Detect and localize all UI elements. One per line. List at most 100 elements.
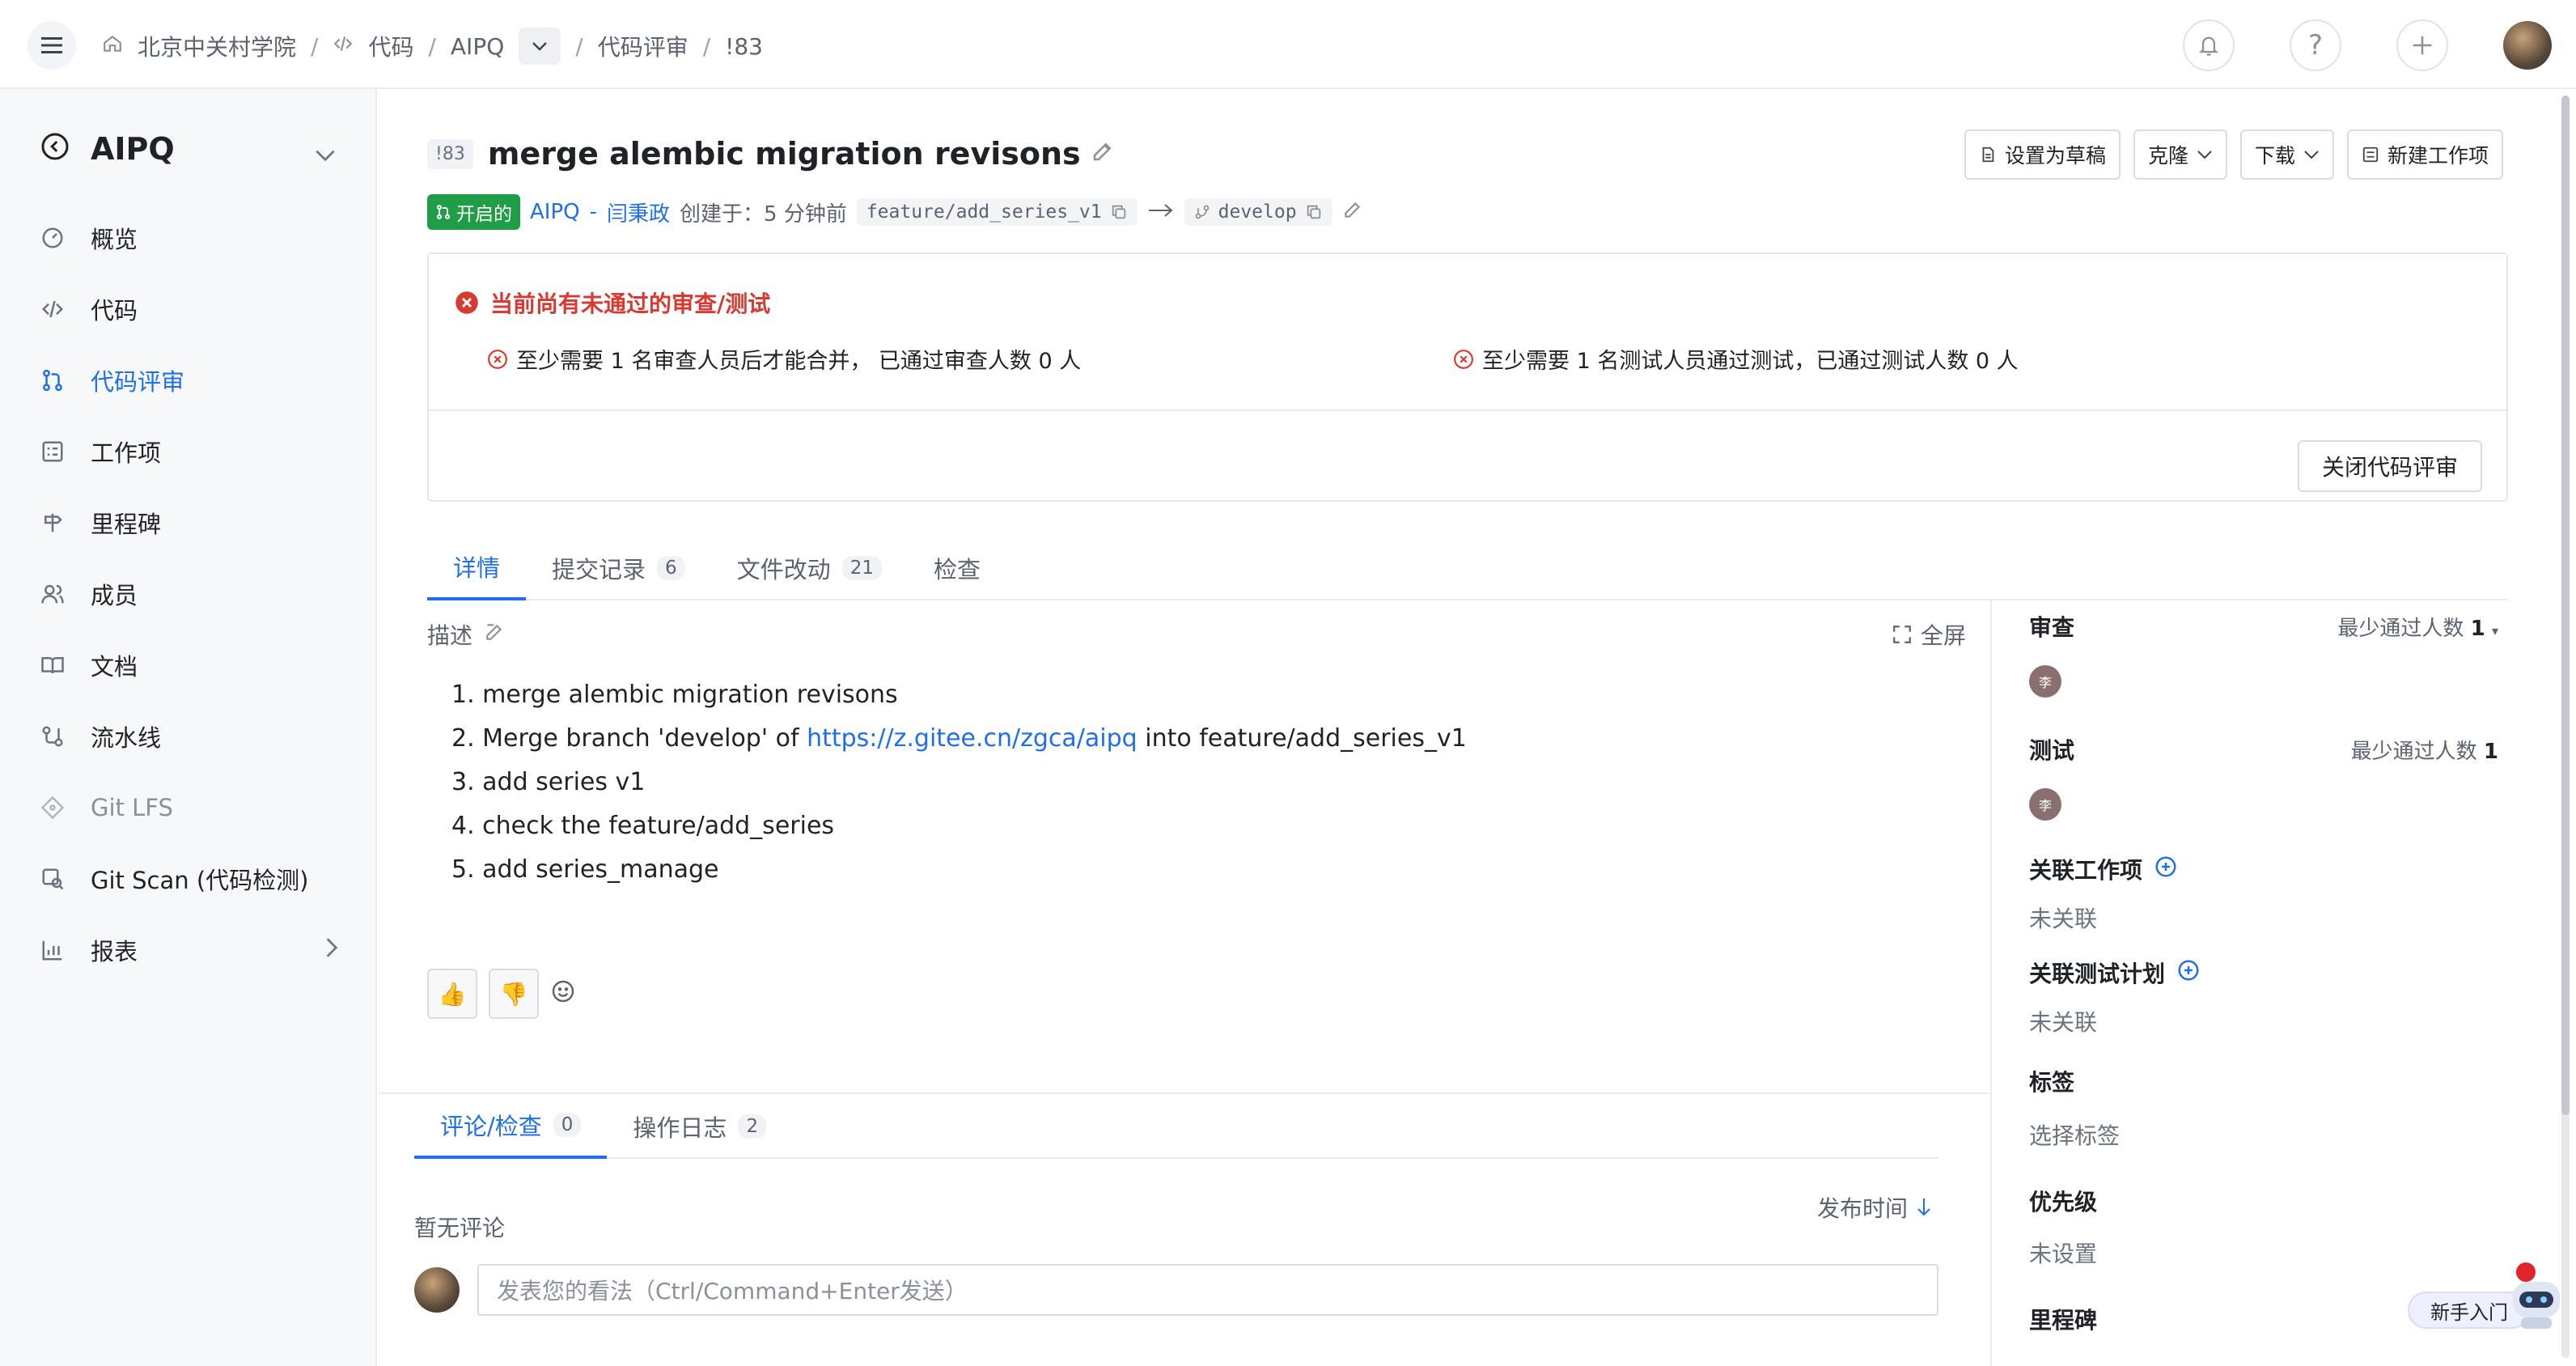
breadcrumb-code-review[interactable]: 代码评审 — [598, 30, 688, 62]
labels-select[interactable]: 选择标签 — [2029, 1118, 2120, 1151]
branch-icon — [1195, 205, 1209, 219]
chevron-right-icon — [325, 936, 338, 965]
pipeline-icon — [39, 723, 66, 750]
linked-plans-label: 关联测试计划 — [2029, 961, 2166, 987]
sidebar-item-members[interactable]: 成员 — [39, 558, 338, 630]
sidebar-item-git-scan[interactable]: Git Scan (代码检测) — [39, 843, 338, 914]
robot-assistant-icon[interactable] — [2502, 1259, 2570, 1332]
top-right-actions: ? — [2183, 19, 2552, 71]
breadcrumb-pr-number: !83 — [725, 32, 763, 60]
tab-commits[interactable]: 提交记录 6 — [526, 536, 711, 600]
status-badge: 开启的 — [427, 194, 520, 230]
list-item-text: into feature/add_series_v1 — [1137, 724, 1467, 753]
merge-request-icon — [436, 205, 451, 219]
sidebar-item-work-items[interactable]: 工作项 — [39, 416, 338, 487]
target-branch[interactable]: develop — [1184, 198, 1332, 226]
code-icon — [39, 295, 66, 323]
linked-plans-title: 关联测试计划 — [2029, 957, 2201, 989]
meta-separator: - — [589, 200, 597, 224]
breadcrumb-repo[interactable]: AIPQ — [451, 33, 504, 60]
edit-branch-icon[interactable] — [1342, 199, 1363, 226]
sidebar-item-pipeline[interactable]: 流水线 — [39, 701, 338, 772]
scrollbar-thumb[interactable] — [2561, 95, 2570, 1115]
linked-items-title: 关联工作项 — [2029, 853, 2178, 885]
chevron-down-icon — [2304, 151, 2319, 159]
bell-icon[interactable] — [2183, 19, 2235, 71]
source-branch[interactable]: feature/add_series_v1 — [856, 198, 1138, 226]
project-header[interactable]: AIPQ — [40, 131, 337, 167]
tab-checks[interactable]: 检查 — [908, 536, 1006, 600]
test-min-passers[interactable]: 最少通过人数 1 — [2351, 735, 2498, 765]
fullscreen-button[interactable]: 全屏 — [1892, 618, 1966, 651]
sidebar-item-overview[interactable]: 概览 — [39, 202, 338, 274]
arrow-down-icon — [1917, 1198, 1930, 1216]
user-avatar[interactable] — [2503, 21, 2552, 70]
edit-description-icon[interactable] — [484, 621, 505, 648]
list-item: 1. merge alembic migration revisons — [451, 681, 898, 709]
sidebar-item-code[interactable]: 代码 — [39, 274, 338, 345]
repo-link[interactable]: AIPQ — [530, 200, 580, 224]
comment-tabs: 评论/检查 0 操作日志 2 — [414, 1094, 1938, 1159]
test-section: 测试 最少通过人数 1 — [2029, 733, 2498, 766]
set-draft-button[interactable]: 设置为草稿 — [1964, 129, 2121, 180]
sidebar-item-code-review[interactable]: 代码评审 — [39, 345, 338, 416]
repo-url-link[interactable]: https://z.gitee.cn/zgca/aipq — [807, 724, 1138, 753]
thumbs-down-icon[interactable]: 👎 — [489, 969, 539, 1019]
review-min-value: 1 — [2470, 616, 2485, 641]
linked-items-label: 关联工作项 — [2029, 857, 2143, 884]
sidebar-item-git-lfs[interactable]: Git LFS — [39, 772, 338, 843]
pr-header: !83 merge alembic migration revisons — [427, 136, 1115, 172]
tab-details[interactable]: 详情 — [427, 536, 527, 600]
menu-icon[interactable] — [28, 21, 76, 70]
git-lfs-icon — [39, 794, 66, 821]
close-review-button[interactable]: 关闭代码评审 — [2297, 440, 2482, 492]
tab-file-changes[interactable]: 文件改动 21 — [711, 536, 908, 600]
repo-switch-chevron-icon[interactable] — [519, 28, 561, 65]
sidebar-item-docs[interactable]: 文档 — [39, 630, 338, 701]
created-time: 创建于：5 分钟前 — [680, 202, 847, 227]
tester-avatar[interactable]: 李 — [2029, 788, 2061, 821]
comment-input[interactable]: 发表您的看法（Ctrl/Command+Enter发送） — [477, 1264, 1938, 1316]
sidebar-item-milestones[interactable]: 里程碑 — [39, 487, 338, 558]
add-circle-icon[interactable] — [2154, 855, 2178, 885]
error-outline-icon — [1454, 349, 1473, 369]
sort-by-time-button[interactable]: 发布时间 — [1817, 1191, 1932, 1224]
users-icon — [39, 580, 66, 608]
review-min-passers[interactable]: 最少通过人数 1 ▾ — [2337, 612, 2498, 642]
test-min-value: 1 — [2483, 739, 2498, 764]
copy-icon[interactable] — [1305, 203, 1323, 221]
tab-activity-log[interactable]: 操作日志 2 — [607, 1094, 792, 1159]
tab-count: 21 — [841, 556, 882, 580]
empty-comments: 暂无评论 — [414, 1215, 506, 1241]
breadcrumb-org[interactable]: 北京中关村学院 — [138, 30, 296, 62]
plus-icon[interactable] — [2396, 19, 2448, 71]
back-circle-icon[interactable] — [40, 132, 70, 167]
help-icon[interactable]: ? — [2290, 19, 2341, 71]
breadcrumb-code[interactable]: 代码 — [368, 30, 413, 62]
sidebar-item-reports[interactable]: 报表 — [39, 914, 338, 986]
alert-title-text: 当前尚有未通过的审查/测试 — [490, 291, 771, 317]
thumbs-up-icon[interactable]: 👍 — [427, 969, 477, 1019]
add-emoji-icon[interactable] — [550, 978, 576, 1010]
clone-button[interactable]: 克隆 — [2133, 129, 2227, 180]
panel-divider — [1990, 600, 1992, 1366]
breadcrumb-separator: / — [575, 32, 583, 60]
list-item-text: 2. Merge branch 'develop' of — [451, 724, 807, 753]
chevron-down-icon[interactable] — [314, 141, 337, 168]
tab-comments[interactable]: 评论/检查 0 — [414, 1094, 608, 1159]
download-button[interactable]: 下载 — [2239, 129, 2334, 180]
list-item: 2. Merge branch 'develop' of https://z.g… — [451, 717, 1467, 761]
set-draft-label: 设置为草稿 — [2004, 144, 2106, 168]
author-link[interactable]: 闫秉政 — [607, 197, 670, 227]
add-circle-icon[interactable] — [2176, 958, 2201, 988]
priority-select[interactable]: 未设置 — [2029, 1237, 2097, 1269]
reviewer-avatar[interactable]: 李 — [2029, 665, 2061, 698]
tab-label: 检查 — [933, 556, 981, 583]
scrollbar[interactable] — [2561, 95, 2570, 1358]
tab-label: 提交记录 — [552, 556, 646, 583]
new-work-item-button[interactable]: 新建工作项 — [2346, 129, 2503, 180]
edit-icon[interactable] — [1091, 139, 1115, 169]
tab-label: 文件改动 — [736, 556, 831, 583]
tab-count: 2 — [738, 1114, 767, 1139]
copy-icon[interactable] — [1110, 203, 1128, 221]
